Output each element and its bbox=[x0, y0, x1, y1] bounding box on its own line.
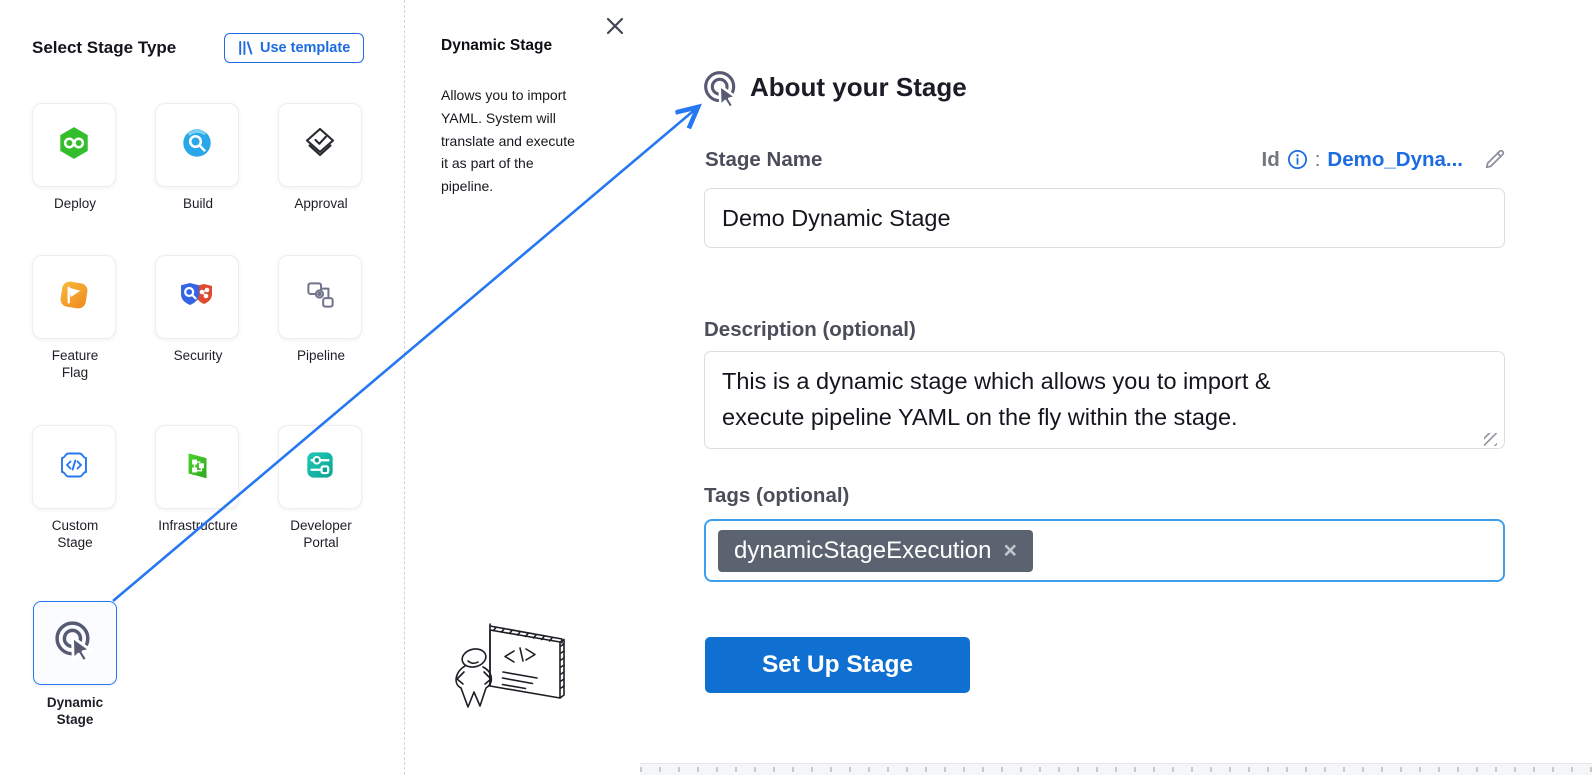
use-template-button[interactable]: Use template bbox=[224, 33, 364, 63]
select-stage-type-title: Select Stage Type bbox=[32, 38, 176, 58]
custom-stage-icon bbox=[56, 447, 92, 488]
developer-portal-icon bbox=[301, 446, 339, 489]
approval-icon bbox=[300, 123, 340, 168]
stage-label-custom-stage: Custom Stage bbox=[9, 517, 141, 551]
build-icon bbox=[178, 124, 216, 167]
stage-card-build[interactable] bbox=[155, 103, 239, 187]
stage-card-pipeline[interactable] bbox=[278, 255, 362, 339]
stage-name-label: Stage Name bbox=[705, 148, 822, 172]
stage-label-security: Security bbox=[132, 347, 264, 364]
id-separator: : bbox=[1315, 148, 1321, 172]
stage-card-feature-flag[interactable] bbox=[32, 255, 116, 339]
infrastructure-icon bbox=[178, 446, 216, 489]
tag-chip: dynamicStageExecution × bbox=[718, 530, 1033, 572]
stage-card-approval[interactable] bbox=[278, 103, 362, 187]
whiteboard-illustration bbox=[448, 616, 583, 729]
info-panel-title: Dynamic Stage bbox=[441, 37, 552, 55]
security-icon bbox=[177, 275, 217, 320]
close-icon[interactable] bbox=[604, 15, 626, 37]
stage-card-infrastructure[interactable] bbox=[155, 425, 239, 509]
stage-label-infrastructure: Infrastructure bbox=[132, 517, 264, 534]
id-label: Id bbox=[1262, 148, 1280, 172]
stage-card-developer-portal[interactable] bbox=[278, 425, 362, 509]
stage-name-input[interactable] bbox=[704, 188, 1505, 248]
panel-divider bbox=[404, 0, 405, 775]
stage-label-developer-portal: Developer Portal bbox=[255, 517, 387, 551]
stage-id-row: Id : Demo_Dyna... bbox=[1262, 147, 1508, 172]
edit-pencil-icon[interactable] bbox=[1482, 147, 1507, 172]
stage-label-feature-flag: Feature Flag bbox=[9, 347, 141, 381]
stage-label-build: Build bbox=[132, 195, 264, 212]
info-icon[interactable] bbox=[1287, 149, 1308, 170]
feature-flag-icon bbox=[55, 276, 93, 319]
about-stage-title: About your Stage bbox=[750, 72, 967, 103]
stage-card-custom-stage[interactable] bbox=[32, 425, 116, 509]
tag-chip-label: dynamicStageExecution bbox=[734, 537, 991, 565]
description-label: Description (optional) bbox=[704, 318, 916, 342]
tags-input[interactable]: dynamicStageExecution × bbox=[704, 519, 1505, 582]
stage-label-dynamic-stage: Dynamic Stage bbox=[9, 694, 141, 728]
stage-label-pipeline: Pipeline bbox=[255, 347, 387, 364]
stage-setup-screen: Select Stage Type Use template bbox=[0, 0, 1592, 775]
deploy-icon bbox=[55, 124, 93, 167]
tag-remove-icon[interactable]: × bbox=[1003, 539, 1016, 562]
pipeline-canvas-grid-strip bbox=[640, 763, 1592, 775]
about-stage-icon bbox=[701, 68, 743, 115]
use-template-label: Use template bbox=[260, 40, 350, 56]
stage-label-approval: Approval bbox=[255, 195, 387, 212]
tags-label: Tags (optional) bbox=[704, 484, 849, 508]
stage-card-security[interactable] bbox=[155, 255, 239, 339]
stage-card-dynamic-stage[interactable] bbox=[33, 601, 117, 685]
description-textarea[interactable]: This is a dynamic stage which allows you… bbox=[704, 351, 1505, 449]
info-panel-description: Allows you to import YAML. System will t… bbox=[441, 84, 621, 198]
dynamic-stage-icon bbox=[52, 618, 98, 669]
stage-label-deploy: Deploy bbox=[9, 195, 141, 212]
stage-id-value[interactable]: Demo_Dyna... bbox=[1327, 148, 1463, 172]
pipeline-icon bbox=[301, 276, 339, 319]
template-library-icon bbox=[238, 40, 253, 56]
set-up-stage-button[interactable]: Set Up Stage bbox=[705, 637, 970, 693]
set-up-stage-label: Set Up Stage bbox=[762, 651, 913, 679]
stage-card-deploy[interactable] bbox=[32, 103, 116, 187]
